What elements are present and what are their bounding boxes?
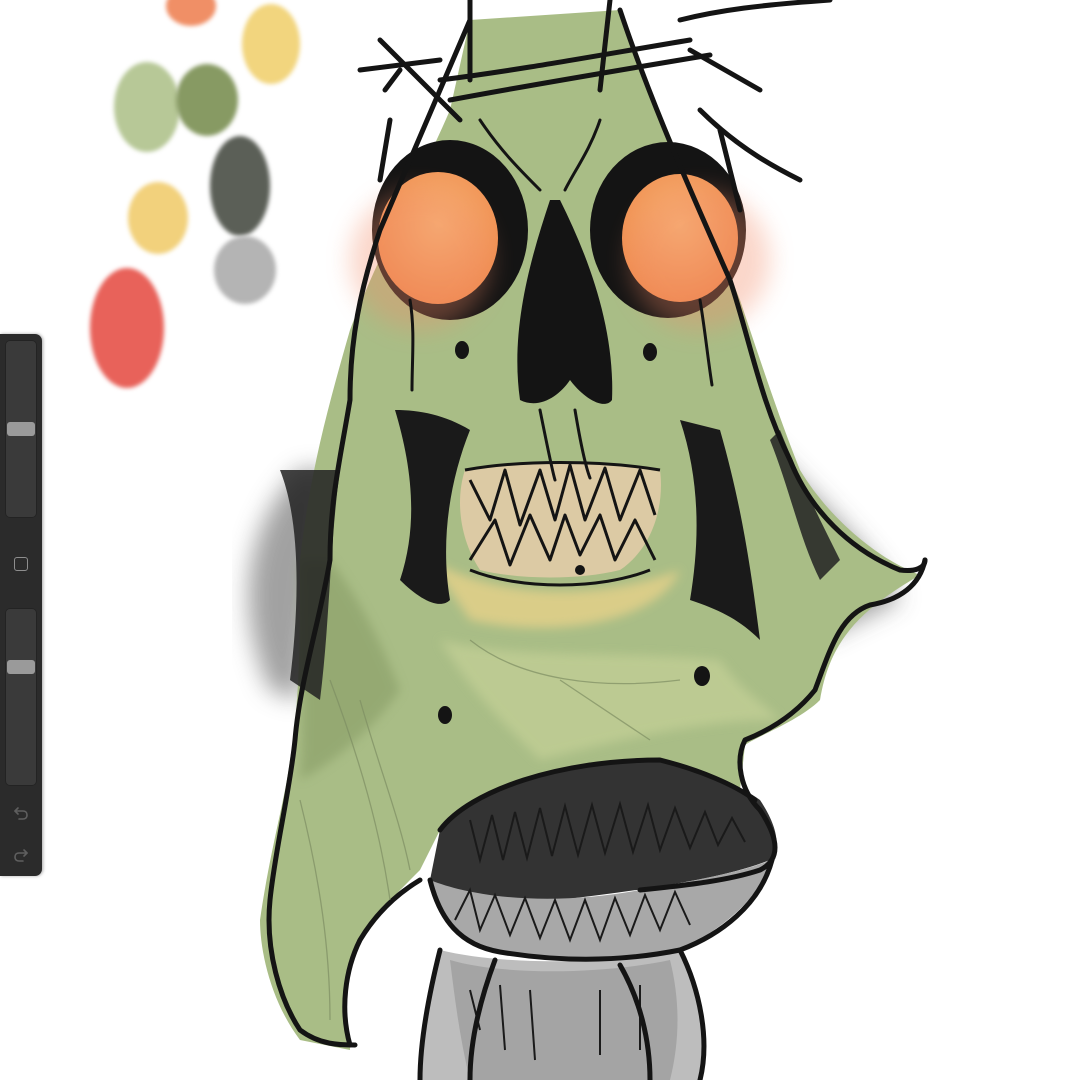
brush-size-slider[interactable] — [5, 340, 37, 518]
redo-button[interactable] — [9, 844, 33, 868]
square-icon — [14, 557, 28, 571]
creature-drawing — [248, 0, 928, 1080]
redo-icon — [14, 849, 28, 862]
brush-size-slider-thumb[interactable] — [7, 422, 35, 436]
undo-button[interactable] — [9, 802, 33, 826]
drawing-canvas[interactable] — [0, 0, 1080, 1080]
modify-button[interactable] — [11, 554, 31, 574]
side-toolbar — [0, 334, 42, 876]
undo-icon — [14, 807, 28, 820]
opacity-slider-thumb[interactable] — [7, 660, 35, 674]
opacity-slider[interactable] — [5, 608, 37, 786]
